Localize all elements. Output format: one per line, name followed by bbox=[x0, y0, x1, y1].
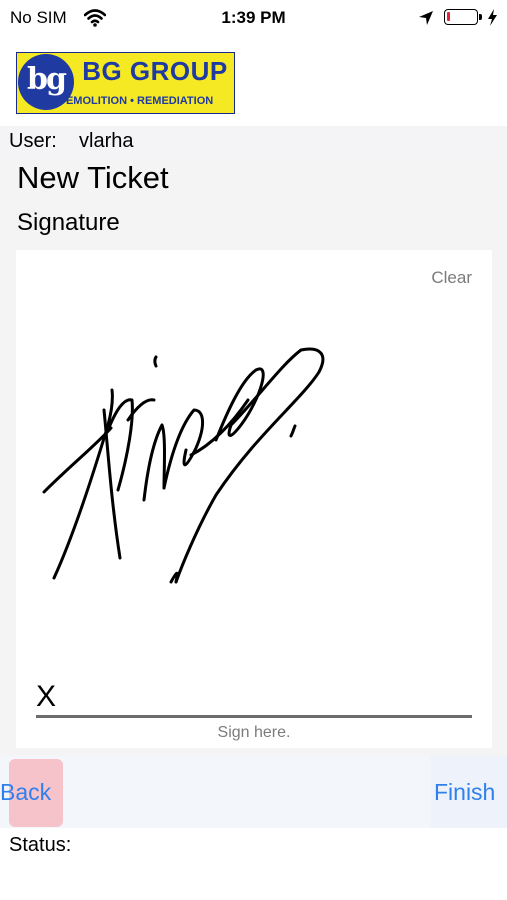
status-label-text: Status: bbox=[9, 834, 72, 856]
clear-button[interactable]: Clear bbox=[431, 268, 472, 288]
section-title: Signature bbox=[17, 209, 120, 236]
battery-icon bbox=[444, 9, 478, 25]
status-bar: No SIM 1:39 PM bbox=[0, 0, 507, 36]
user-name: vlarha bbox=[79, 130, 134, 152]
user-label: User: bbox=[9, 130, 57, 152]
user-row: User: vlarha bbox=[0, 126, 507, 156]
back-button-label[interactable]: Back bbox=[0, 779, 51, 806]
company-logo: bg BG GROUP DEMOLITION • REMEDIATION bbox=[16, 52, 235, 114]
page-title: New Ticket bbox=[17, 160, 169, 195]
battery-level bbox=[447, 12, 450, 21]
signature-hint: Sign here. bbox=[217, 724, 291, 741]
charging-bolt-icon bbox=[488, 9, 497, 26]
logo-monogram: bg bbox=[27, 62, 67, 97]
logo-subtitle: DEMOLITION • REMEDIATION bbox=[58, 95, 214, 107]
status-label: Status: bbox=[9, 834, 71, 857]
signature-drawing bbox=[42, 347, 325, 584]
navigation-bar: Back Finish bbox=[0, 756, 507, 828]
location-arrow-icon bbox=[419, 11, 433, 25]
finish-button-label[interactable]: Finish bbox=[434, 779, 495, 806]
ticket-content: New Ticket Signature Clear X Sign here. bbox=[0, 156, 507, 756]
signature-pad[interactable]: Clear X Sign here. bbox=[16, 250, 492, 748]
signature-line bbox=[36, 715, 472, 718]
signature-x-mark: X bbox=[36, 680, 57, 713]
logo-title: BG GROUP bbox=[82, 56, 228, 86]
battery-tip bbox=[479, 14, 482, 20]
